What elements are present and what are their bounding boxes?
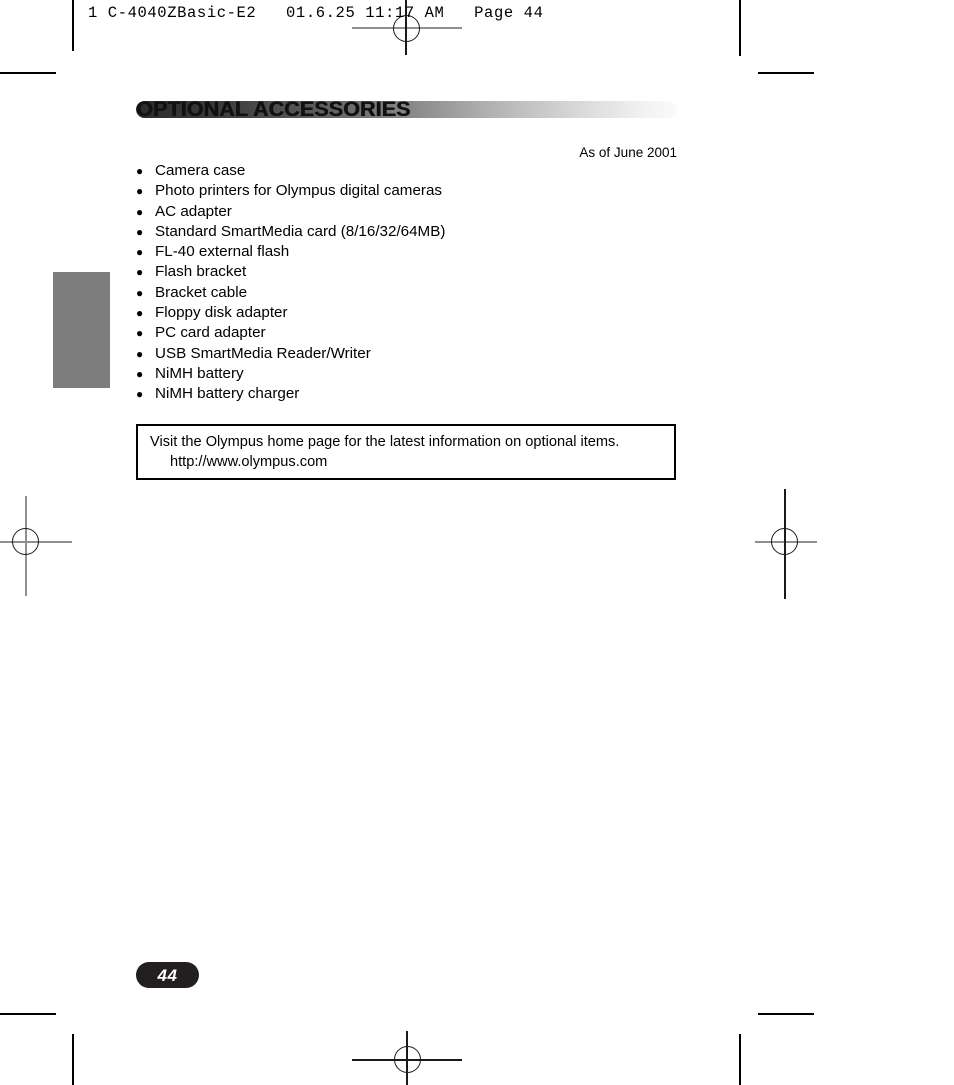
list-item: ● USB SmartMedia Reader/Writer	[136, 344, 445, 364]
printed-page: 1 C-4040ZBasic-E2 01.6.25 11:17 AM Page …	[0, 0, 954, 1085]
list-item-label: Photo printers for Olympus digital camer…	[155, 182, 442, 200]
list-item: ● Camera case	[136, 161, 445, 181]
list-item-label: USB SmartMedia Reader/Writer	[155, 344, 371, 362]
bullet-icon: ●	[136, 387, 144, 402]
crop-mark-top-left-vertical	[72, 0, 74, 51]
list-item-label: Flash bracket	[155, 263, 247, 281]
chapter-thumb-tab	[53, 272, 110, 388]
note-url: http://www.olympus.com	[170, 454, 328, 470]
crop-mark-bottom-right-vertical	[739, 1034, 741, 1085]
registration-circle	[394, 1046, 421, 1073]
info-note-box: Visit the Olympus home page for the late…	[136, 424, 676, 480]
list-item: ● Floppy disk adapter	[136, 303, 445, 323]
bullet-icon: ●	[136, 366, 144, 381]
list-item: ● Standard SmartMedia card (8/16/32/64MB)	[136, 222, 445, 242]
bullet-icon: ●	[136, 326, 144, 341]
prepress-file-stamp: 1 C-4040ZBasic-E2 01.6.25 11:17 AM Page …	[88, 4, 544, 22]
crop-mark-bottom-left-horizontal	[0, 1013, 56, 1015]
optional-accessories-list: ● Camera case ● Photo printers for Olympus …	[136, 161, 445, 405]
crop-mark-top-right-horizontal	[758, 72, 814, 74]
list-item-label: Camera case	[155, 162, 246, 179]
bullet-icon: ●	[136, 224, 144, 239]
list-item-label: Bracket cable	[155, 283, 248, 301]
section-header: OPTIONAL ACCESSORIES	[136, 97, 677, 121]
bullet-icon: ●	[136, 184, 144, 199]
bullet-icon: ●	[136, 245, 144, 260]
list-item-label: Standard SmartMedia card (8/16/32/64MB)	[155, 222, 446, 240]
bullet-icon: ●	[136, 346, 144, 361]
list-item: ● PC card adapter	[136, 323, 445, 343]
list-item-label: AC adapter	[155, 202, 232, 220]
list-item: ● NiMH battery charger	[136, 384, 445, 404]
page-number-label: 44	[157, 965, 178, 985]
list-item-label: PC card adapter	[155, 324, 266, 342]
list-item: ● FL-40 external flash	[136, 242, 445, 262]
page-number-badge: 44	[136, 962, 199, 988]
list-item: ● AC adapter	[136, 202, 445, 222]
bullet-icon: ●	[136, 164, 144, 178]
note-text-primary: Visit the Olympus home page for the late…	[150, 434, 620, 450]
crop-mark-bottom-right-horizontal	[758, 1013, 814, 1015]
list-item-label: NiMH battery	[155, 364, 244, 382]
list-item: ● NiMH battery	[136, 364, 445, 384]
bullet-icon: ●	[136, 285, 144, 300]
bullet-icon: ●	[136, 265, 144, 280]
list-item: ● Photo printers for Olympus digital came…	[136, 181, 445, 201]
registration-circle	[12, 528, 39, 555]
list-item-label: NiMH battery charger	[155, 385, 300, 403]
bullet-icon: ●	[136, 204, 144, 219]
crop-mark-bottom-left-vertical	[72, 1034, 74, 1085]
list-item: ● Bracket cable	[136, 283, 445, 303]
list-item-label: Floppy disk adapter	[155, 304, 288, 322]
list-item-label: FL-40 external flash	[155, 243, 290, 261]
bullet-icon: ●	[136, 306, 144, 321]
registration-circle	[771, 528, 798, 555]
crop-mark-top-left-horizontal	[0, 72, 56, 74]
crop-mark-top-right-vertical	[739, 0, 741, 56]
list-item: ● Flash bracket	[136, 262, 445, 282]
as-of-date: As of June 2001	[579, 145, 677, 160]
page-title: OPTIONAL ACCESSORIES	[136, 97, 411, 121]
